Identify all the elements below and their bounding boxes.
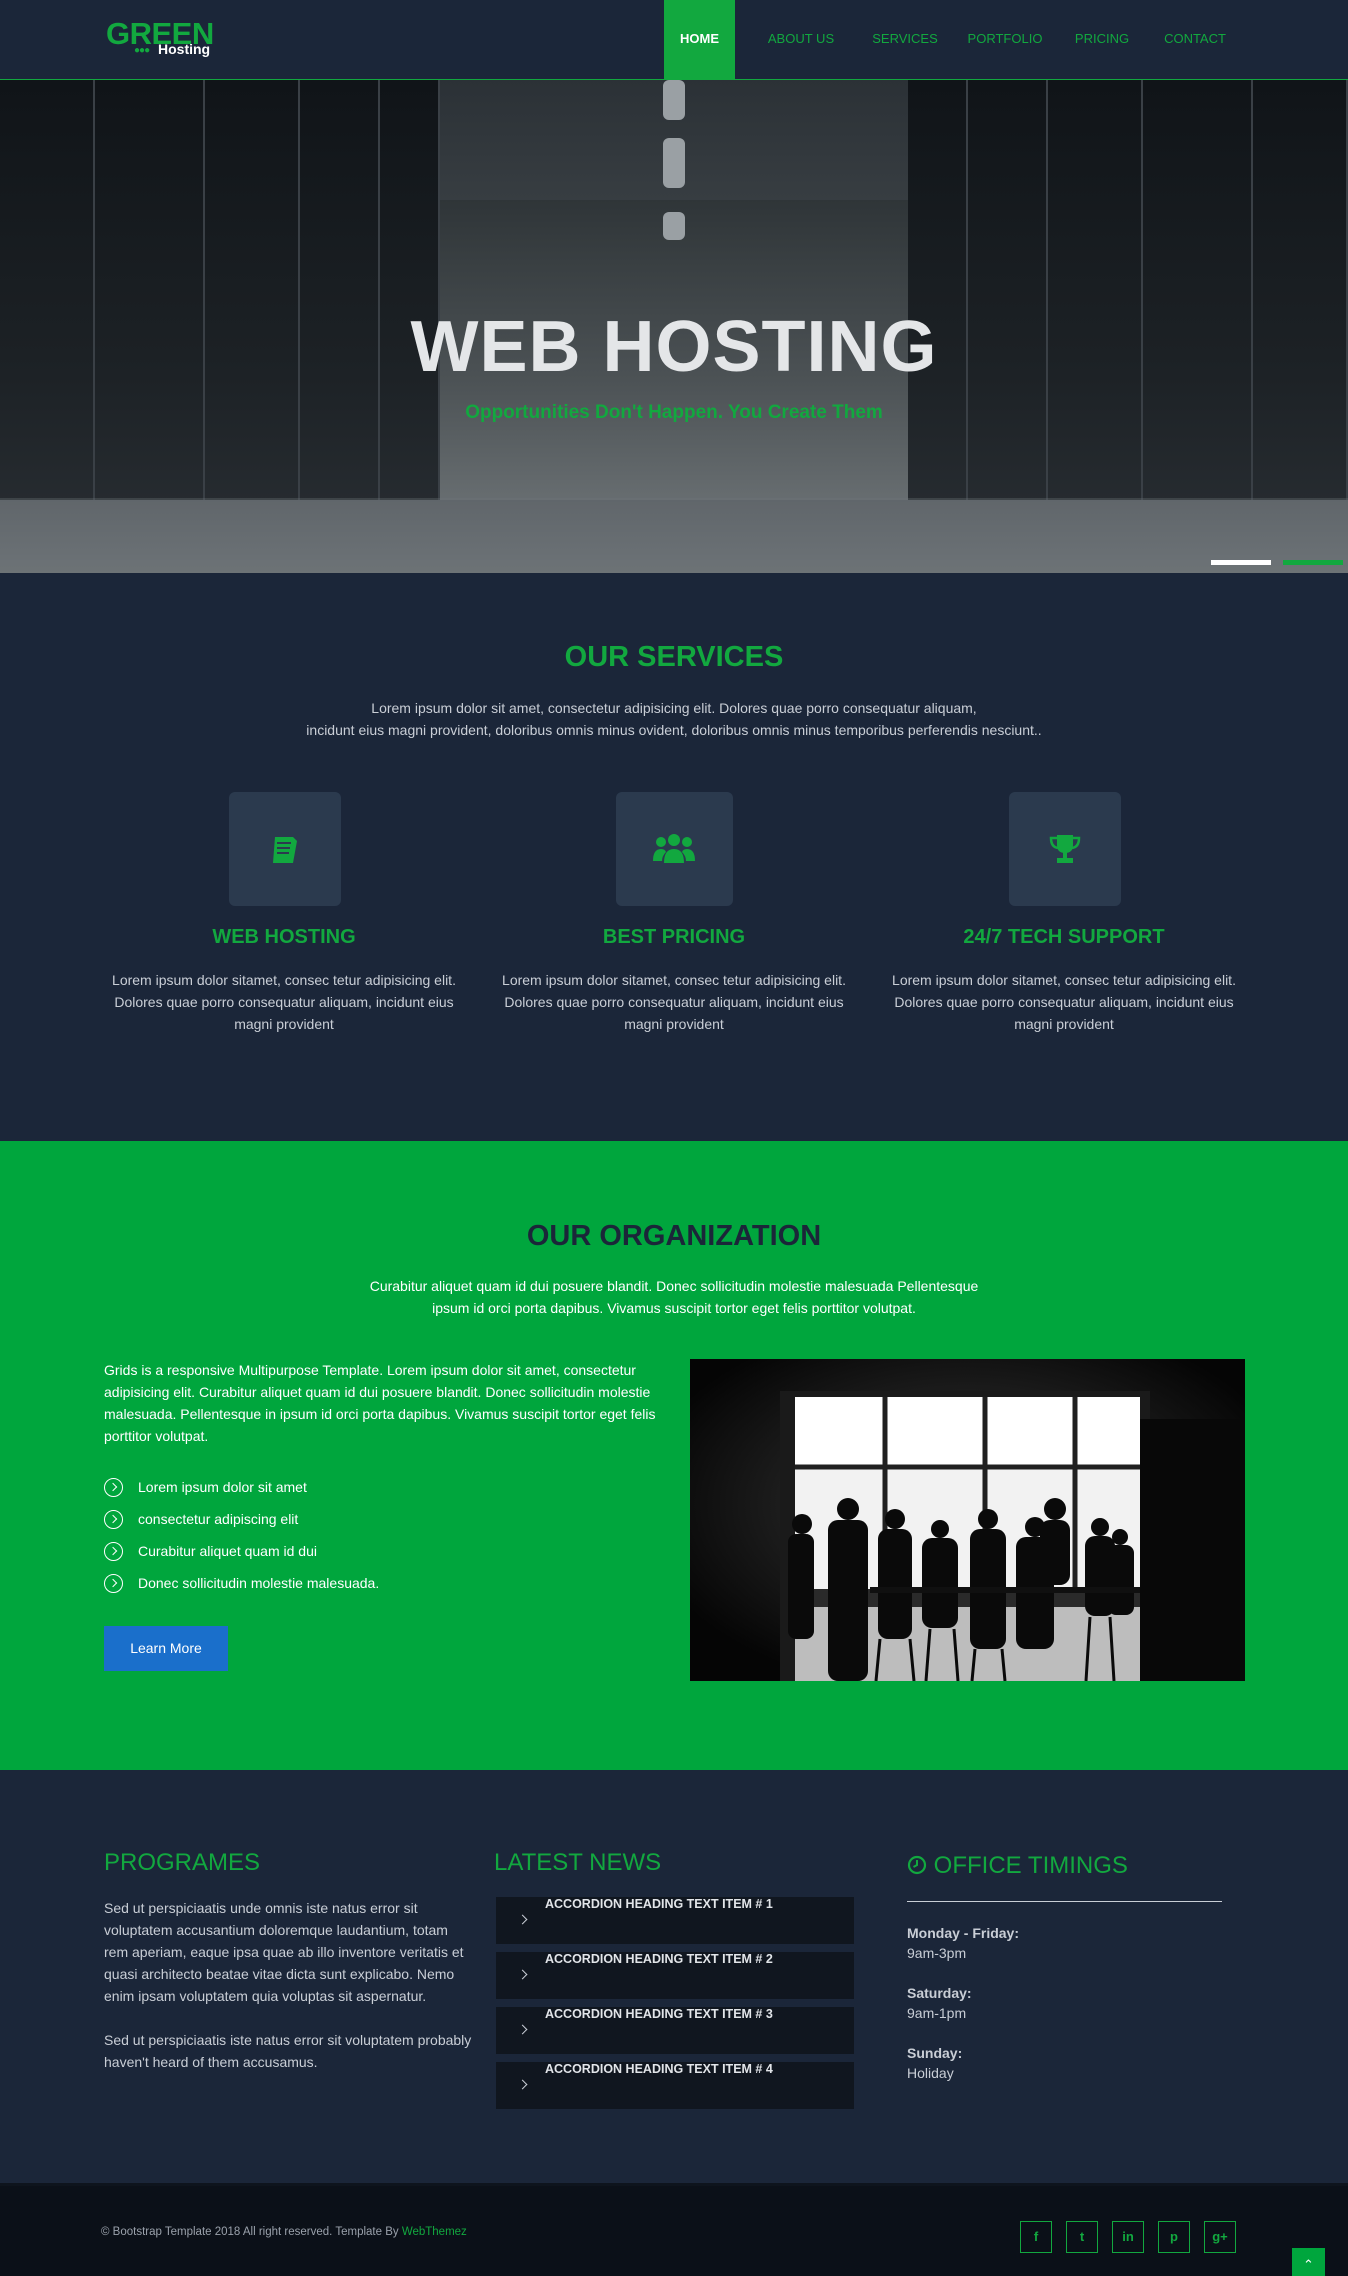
accordion-heading: ACCORDION HEADING TEXT ITEM # 4 — [545, 2062, 773, 2076]
site-header: GREEN ●●● Hosting HOME ABOUT US SERVICES… — [0, 0, 1348, 80]
learn-more-button[interactable]: Learn More — [104, 1626, 228, 1671]
book-icon — [273, 837, 297, 863]
google-plus-icon[interactable]: g+ — [1204, 2221, 1236, 2253]
accordion-item-3[interactable]: ACCORDION HEADING TEXT ITEM # 3 — [496, 2007, 854, 2054]
services-title: OUR SERVICES — [564, 641, 784, 673]
accordion-heading: ACCORDION HEADING TEXT ITEM # 2 — [545, 1952, 773, 1966]
logo[interactable]: GREEN ●●● Hosting — [104, 16, 234, 60]
chevron-right-icon — [517, 1914, 528, 1925]
service-title: BEST PRICING — [602, 926, 746, 948]
organization-section: OUR ORGANIZATION Curabitur aliquet quam … — [0, 1141, 1348, 1770]
chevron-circle-icon — [104, 1478, 123, 1497]
services-desc-line: Lorem ipsum dolor sit amet, consectetur … — [371, 700, 977, 716]
chevron-up-icon[interactable]: ⌃ — [1292, 2248, 1325, 2276]
chevron-right-icon — [517, 1969, 528, 1980]
service-text: Lorem ipsum dolor sitamet, consec tetur … — [112, 972, 456, 1032]
slide-indicator-2[interactable] — [1283, 560, 1343, 565]
programes-paragraph: Sed ut perspiciaatis iste natus error si… — [104, 2032, 472, 2070]
hero-caption-band — [0, 498, 1348, 566]
service-title: 24/7 TECH SUPPORT — [963, 926, 1165, 948]
programes-title: PROGRAMES — [104, 1849, 261, 1876]
hero-subtitle: Opportunities Don't Happen. You Create T… — [465, 402, 883, 423]
list-item-text: Lorem ipsum dolor sit amet — [138, 1479, 307, 1495]
users-icon — [653, 834, 695, 863]
organization-paragraph: Grids is a responsive Multipurpose Templ… — [104, 1362, 656, 1444]
office-timings-title: OFFICE TIMINGS — [933, 1852, 1128, 1879]
divider — [907, 1901, 1222, 1902]
copyright-text: © Bootstrap Template 2018 All right rese… — [101, 2226, 467, 2238]
service-title: WEB HOSTING — [212, 926, 356, 948]
office-hours-value: Holiday — [907, 2065, 954, 2081]
chevron-circle-icon — [104, 1510, 123, 1529]
ceiling-lamp — [663, 80, 685, 120]
pinterest-icon[interactable]: p — [1158, 2221, 1190, 2253]
best-pricing-icon-box — [616, 792, 733, 906]
latest-news-title: LATEST NEWS — [494, 1849, 662, 1876]
services-description: Lorem ipsum dolor sit amet, consectetur … — [0, 697, 1348, 741]
nav-services[interactable]: SERVICES — [863, 0, 947, 80]
organization-description: Curabitur aliquet quam id dui posuere bl… — [0, 1275, 1348, 1319]
webthemez-link[interactable]: WebThemez — [402, 2226, 467, 2238]
meeting-silhouette-image — [690, 1359, 1245, 1681]
service-text: Lorem ipsum dolor sitamet, consec tetur … — [502, 972, 846, 1032]
trophy-icon — [1049, 835, 1081, 863]
hero-title: WEB HOSTING — [410, 307, 938, 387]
twitter-icon[interactable]: t — [1066, 2221, 1098, 2253]
office-hours-value: 9am-1pm — [907, 2005, 967, 2021]
accordion-item-1[interactable]: ACCORDION HEADING TEXT ITEM # 1 — [496, 1897, 854, 1944]
office-day-label: Monday - Friday: — [907, 1925, 1020, 1941]
chevron-right-icon — [517, 2024, 528, 2035]
ceiling-lamp — [663, 138, 685, 188]
slide-indicator-1[interactable] — [1211, 560, 1271, 565]
office-day-label: Saturday: — [907, 1985, 972, 2001]
chevron-circle-icon — [104, 1542, 123, 1561]
clock-icon — [907, 1855, 927, 1875]
logo-dots-icon: ●●● — [134, 45, 150, 56]
list-item-text: consectetur adipiscing elit — [138, 1511, 299, 1527]
organization-desc-line: Curabitur aliquet quam id dui posuere bl… — [369, 1278, 979, 1294]
programes-text: Sed ut perspiciaatis unde omnis iste nat… — [104, 1897, 474, 2073]
nav-portfolio[interactable]: PORTFOLIO — [961, 0, 1049, 80]
office-timings-heading: OFFICE TIMINGS — [907, 1852, 1128, 1880]
organization-title: OUR ORGANIZATION — [526, 1220, 822, 1252]
copyright-label: © Bootstrap Template 2018 All right rese… — [101, 2226, 402, 2238]
footer-bar: © Bootstrap Template 2018 All right rese… — [0, 2183, 1348, 2276]
chevron-right-icon — [517, 2079, 528, 2090]
accordion-heading: ACCORDION HEADING TEXT ITEM # 3 — [545, 2007, 773, 2021]
accordion-item-4[interactable]: ACCORDION HEADING TEXT ITEM # 4 — [496, 2062, 854, 2109]
accordion-item-2[interactable]: ACCORDION HEADING TEXT ITEM # 2 — [496, 1952, 854, 1999]
logo-sub-text: Hosting — [158, 41, 211, 57]
ceiling-lamp — [663, 212, 685, 240]
service-text: Lorem ipsum dolor sitamet, consec tetur … — [892, 972, 1236, 1032]
list-item-text: Curabitur aliquet quam id dui — [138, 1543, 317, 1559]
nav-pricing[interactable]: PRICING — [1066, 0, 1138, 80]
nav-home[interactable]: HOME — [664, 0, 735, 80]
list-item-text: Donec sollicitudin molestie malesuada. — [138, 1575, 380, 1591]
nav-contact[interactable]: CONTACT — [1155, 0, 1235, 80]
nav-about-us[interactable]: ABOUT US — [753, 0, 849, 80]
facebook-icon[interactable]: f — [1020, 2221, 1052, 2253]
organization-desc-line: ipsum id orci porta dapibus. Vivamus sus… — [432, 1300, 916, 1316]
programes-paragraph: Sed ut perspiciaatis unde omnis iste nat… — [104, 1900, 464, 2004]
accordion-heading: ACCORDION HEADING TEXT ITEM # 1 — [545, 1897, 773, 1911]
services-desc-line: incidunt eius magni provident, doloribus… — [306, 722, 1042, 738]
linkedin-icon[interactable]: in — [1112, 2221, 1144, 2253]
chevron-circle-icon — [104, 1574, 123, 1593]
meeting-photo — [690, 1359, 1245, 1681]
web-hosting-icon-box — [229, 792, 341, 906]
office-day-label: Sunday: — [907, 2045, 963, 2061]
tech-support-icon-box — [1009, 792, 1121, 906]
office-hours-value: 9am-3pm — [907, 1945, 967, 1961]
